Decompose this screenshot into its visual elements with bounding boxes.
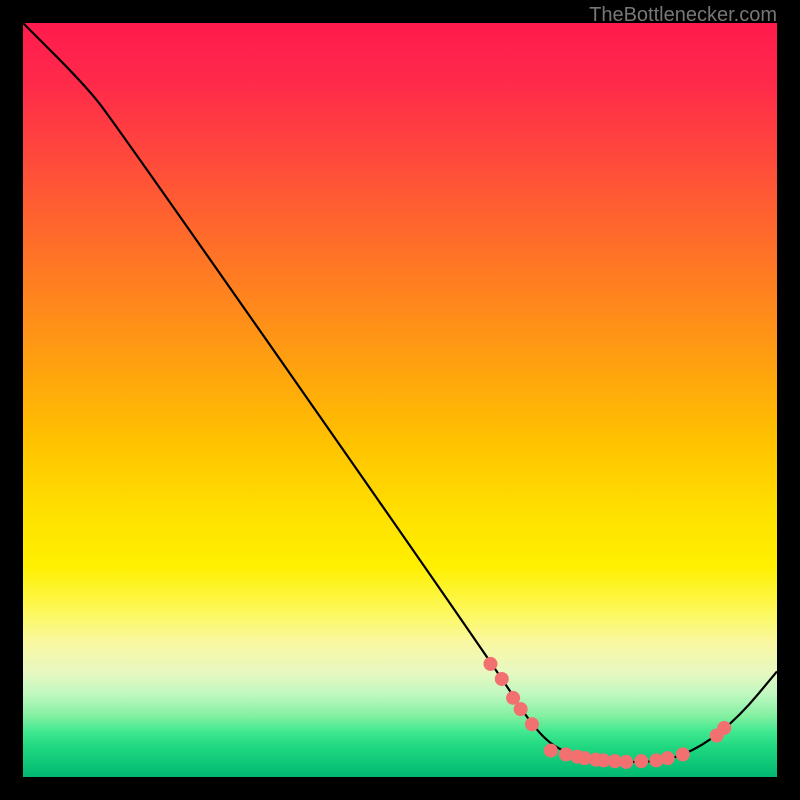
watermark-text: TheBottlenecker.com (589, 4, 777, 27)
data-marker (544, 744, 558, 758)
data-marker (495, 672, 509, 686)
data-marker (634, 754, 648, 768)
data-marker (717, 721, 731, 735)
chart-markers (483, 657, 731, 769)
data-marker (525, 717, 539, 731)
chart-svg (23, 23, 777, 777)
data-marker (676, 747, 690, 761)
data-marker (661, 751, 675, 765)
data-marker (514, 702, 528, 716)
data-marker (619, 755, 633, 769)
curve-path (23, 23, 777, 762)
chart-line-series (23, 23, 777, 762)
data-marker (483, 657, 497, 671)
chart-plot-area (23, 23, 777, 777)
